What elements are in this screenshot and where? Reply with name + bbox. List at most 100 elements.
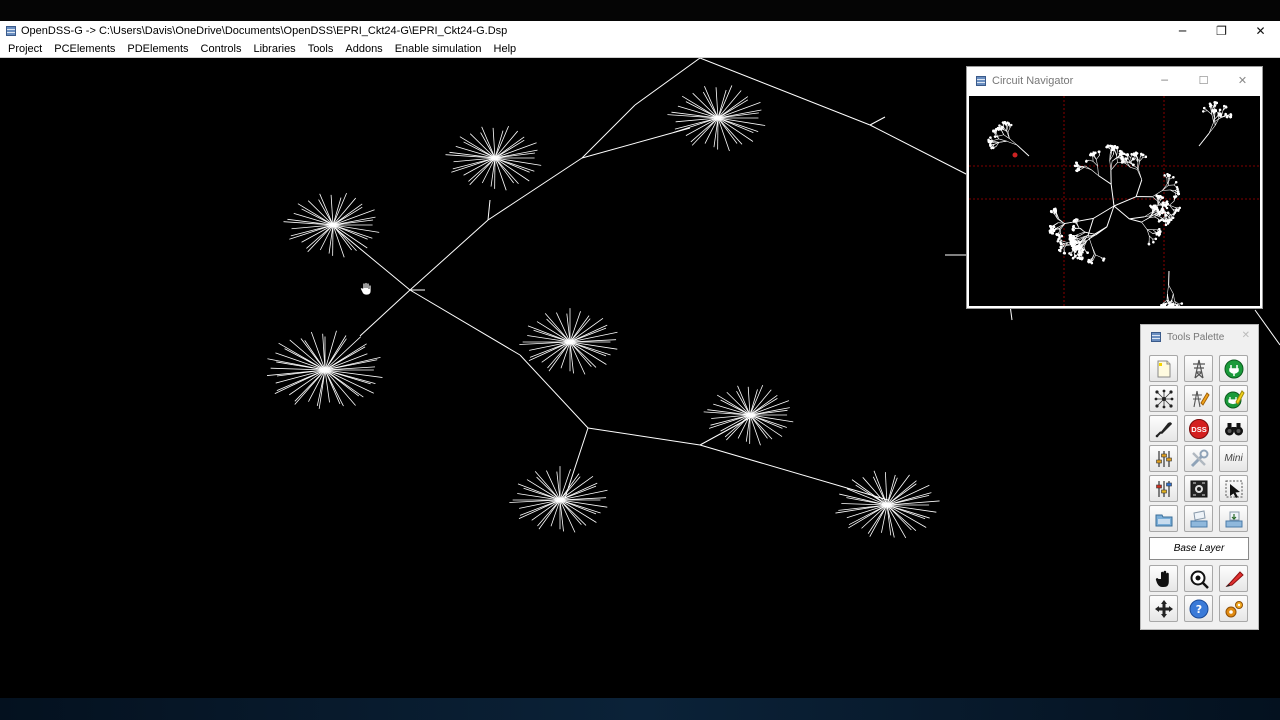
navigator-overview-map[interactable] [969,96,1260,306]
export-project-button[interactable] [1219,505,1248,532]
highlight-button[interactable] [1219,565,1248,592]
feeder-line[interactable] [359,289,411,337]
palette-view-tools-grid: ? [1149,565,1251,622]
move-button[interactable] [1149,595,1178,622]
close-button[interactable]: ✕ [1241,21,1280,40]
menu-controls[interactable]: Controls [201,43,242,55]
tools-palette-window: Tools Palette ✕ DSS Mini Base Layer ? [1140,324,1259,630]
pan-hand-icon [1155,570,1169,587]
feeder-line[interactable] [409,219,489,291]
dss-logo-text: DSS [1191,425,1206,434]
navigator-close-button[interactable]: ✕ [1223,67,1262,94]
title-bar[interactable]: OpenDSS-G -> C:\Users\Davis\OneDrive\Doc… [0,21,1280,40]
dss-button[interactable]: DSS [1184,415,1213,442]
transmission-tower-button[interactable] [1184,355,1213,382]
base-layer-button[interactable]: Base Layer [1149,537,1249,560]
desktop-background-top [0,0,1280,21]
window-title: OpenDSS-G -> C:\Users\Davis\OneDrive\Doc… [21,24,508,37]
palette-tools-grid: DSS Mini [1149,355,1251,532]
edit-element-button[interactable] [1219,385,1248,412]
open-folder-icon [1155,514,1172,526]
transmission-tower-icon [1192,359,1205,378]
load-cluster[interactable] [266,330,383,409]
mini-view-button[interactable]: Mini [1219,445,1248,472]
settings-gears-icon [1225,600,1243,617]
probe-pen-icon [1155,421,1172,437]
controls-sliders-button[interactable] [1149,445,1178,472]
help-icon: ? [1189,599,1208,618]
navigator-feeder-tree [987,101,1233,306]
tower-edit-icon [1191,390,1210,407]
load-cluster[interactable] [509,466,608,533]
dss-logo-icon: DSS [1188,418,1209,439]
new-file-icon [1157,360,1170,377]
network-nodes-button[interactable] [1149,385,1178,412]
green-plug-edit-icon [1224,389,1245,408]
settings-button[interactable] [1219,595,1248,622]
pan-button[interactable] [1149,565,1178,592]
load-cluster[interactable] [519,308,618,375]
palette-title-bar[interactable]: Tools Palette ✕ [1141,325,1258,349]
binoculars-icon [1224,422,1243,435]
load-cluster[interactable] [667,85,766,152]
move-arrows-icon [1154,599,1173,618]
new-file-button[interactable] [1149,355,1178,382]
menu-enable-simulation[interactable]: Enable simulation [395,43,482,55]
feeder-line[interactable] [487,199,491,221]
menu-project[interactable]: Project [8,43,42,55]
zoom-magnifier-icon [1190,570,1209,589]
navigator-title: Circuit Navigator [992,74,1074,87]
circuit-settings-button[interactable] [1184,475,1213,502]
zoom-button[interactable] [1184,565,1213,592]
sliders-icon [1155,450,1172,467]
load-cluster[interactable] [835,470,940,539]
load-cluster[interactable] [283,192,380,258]
feeder-line[interactable] [564,427,589,499]
feeder-line[interactable] [581,104,636,159]
save-project-button[interactable] [1184,505,1213,532]
add-element-button[interactable] [1219,355,1248,382]
find-button[interactable] [1219,415,1248,442]
palette-close-button[interactable]: ✕ [1242,330,1250,341]
feeder-line[interactable] [334,227,411,291]
feeder-line[interactable] [869,116,886,126]
svg-text:?: ? [1195,603,1201,616]
menu-pcelements[interactable]: PCElements [54,43,115,55]
app-icon [6,25,16,36]
highlighter-icon [1224,570,1244,587]
navigator-app-icon [976,75,986,86]
feeder-line[interactable] [409,289,521,356]
navigator-title-bar[interactable]: Circuit Navigator ─ ☐ ✕ [967,67,1262,94]
sliders-color-icon [1155,480,1172,497]
feeder-line[interactable] [519,354,589,429]
menu-help[interactable]: Help [494,43,517,55]
circuit-board-icon [1190,480,1207,497]
feeder-line[interactable] [699,444,889,501]
load-cluster[interactable] [445,125,542,191]
select-button[interactable] [1219,475,1248,502]
tools-button[interactable] [1184,445,1213,472]
controls-sliders-color-button[interactable] [1149,475,1178,502]
feeder-line[interactable] [869,124,969,176]
menu-pdelements[interactable]: PDElements [127,43,188,55]
probe-button[interactable] [1149,415,1178,442]
minimize-button[interactable]: ─ [1163,21,1202,40]
edit-line-button[interactable] [1184,385,1213,412]
help-button[interactable]: ? [1184,595,1213,622]
export-tray-icon [1225,511,1242,527]
maximize-button[interactable]: ❐ [1202,21,1241,40]
menu-tools[interactable]: Tools [308,43,334,55]
feeder-line[interactable] [634,58,701,106]
feeder-line[interactable] [587,427,701,446]
palette-app-icon [1151,332,1161,342]
menu-addons[interactable]: Addons [345,43,382,55]
save-tray-icon [1190,509,1207,527]
navigator-window-controls: ─ ☐ ✕ [1145,67,1262,94]
open-project-button[interactable] [1149,505,1178,532]
window-controls: ─ ❐ ✕ [1163,21,1280,40]
circuit-navigator-window: Circuit Navigator ─ ☐ ✕ [966,66,1263,309]
navigator-minimize-button[interactable]: ─ [1145,67,1184,94]
menu-libraries[interactable]: Libraries [254,43,296,55]
navigator-maximize-button[interactable]: ☐ [1184,67,1223,94]
select-cursor-icon [1225,480,1242,498]
